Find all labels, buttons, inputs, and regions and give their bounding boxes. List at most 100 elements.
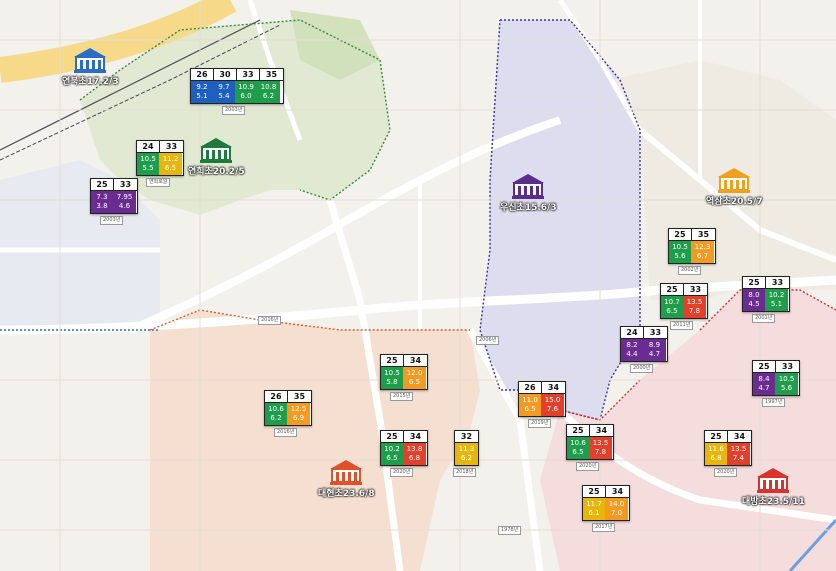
price-card-header: 24 33 xyxy=(137,141,183,153)
price-card[interactable]: 24 33 10.5 5.5 11.2 6.5 xyxy=(136,140,184,176)
price-cell: 13.8 6.8 xyxy=(403,443,426,465)
price-card[interactable]: 25 33 7.3 3.8 7.95 4.6 xyxy=(90,178,138,214)
area-size-label: 33 xyxy=(766,277,789,289)
sale-price: 10.5 xyxy=(140,155,156,163)
price-cell: 10.5 5.8 xyxy=(381,367,403,389)
price-card-header: 25 33 xyxy=(91,179,137,191)
sale-price: 11.3 xyxy=(458,445,475,453)
jeonse-price: 5.1 xyxy=(196,92,208,100)
price-card-values: 11.3 6.2 xyxy=(455,443,478,465)
area-size-label: 34 xyxy=(542,382,565,394)
price-card-values: 10.2 6.5 13.8 6.8 xyxy=(381,443,427,465)
area-size-label: 25 xyxy=(753,361,776,373)
price-card-header: 25 34 xyxy=(567,425,613,437)
school-marker[interactable]: 우신초15.6/3 xyxy=(500,172,557,213)
complex-label: 2002년 xyxy=(678,266,702,275)
area-size-label: 35 xyxy=(288,391,311,403)
price-card-header: 25 33 xyxy=(743,277,789,289)
price-cell: 7.95 4.6 xyxy=(113,191,136,213)
school-building-icon xyxy=(330,460,363,485)
area-size-label: 30 xyxy=(214,69,237,81)
price-card-header: 24 33 xyxy=(621,327,667,339)
price-cell: 12.3 6.7 xyxy=(691,241,714,263)
price-card[interactable]: 25 34 11.7 6.1 14.0 7.0 xyxy=(582,485,630,521)
sale-price: 8.9 xyxy=(648,341,661,349)
price-card-header: 25 33 xyxy=(753,361,799,373)
price-cell: 10.2 5.1 xyxy=(765,289,788,311)
price-card[interactable]: 25 33 10.7 6.5 13.5 7.8 xyxy=(660,283,708,319)
area-size-label: 25 xyxy=(91,179,114,191)
area-size-label: 26 xyxy=(191,69,214,81)
school-name: 역삼초20.5/7 xyxy=(706,197,763,207)
price-cell: 11.7 6.1 xyxy=(583,498,605,520)
area-size-label: 33 xyxy=(114,179,137,191)
jeonse-price: 6.1 xyxy=(588,509,600,517)
school-marker[interactable]: 연희초20.2/5 xyxy=(188,136,245,177)
area-size-label: 34 xyxy=(404,355,427,367)
complex-label: 2000년 xyxy=(630,364,654,373)
jeonse-price: 7.4 xyxy=(732,454,745,462)
complex-label: 2016년 xyxy=(274,428,298,437)
jeonse-price: 6.2 xyxy=(262,92,275,100)
complex-label: 2020년 xyxy=(390,468,414,477)
school-building-icon xyxy=(512,174,545,199)
complex-label: 2003년 xyxy=(100,216,124,225)
school-marker[interactable]: 연북초17.2/3 xyxy=(62,46,119,87)
price-card-values: 10.6 6.5 13.5 7.8 xyxy=(567,437,613,459)
price-card[interactable]: 25 34 10.6 6.5 13.5 7.8 xyxy=(566,424,614,460)
price-card-header: 25 34 xyxy=(381,355,427,367)
jeonse-price: 4.4 xyxy=(626,350,638,358)
price-card[interactable]: 25 34 10.5 5.8 12.0 6.5 xyxy=(380,354,428,390)
price-card-header: 25 35 xyxy=(669,229,715,241)
price-cell: 13.5 7.8 xyxy=(589,437,612,459)
price-card-header: 25 33 xyxy=(661,284,707,296)
jeonse-price: 6.0 xyxy=(240,92,252,100)
sale-price: 13.5 xyxy=(592,439,609,447)
price-card-header: 26 35 xyxy=(265,391,311,403)
price-card-values: 10.5 5.5 11.2 6.5 xyxy=(137,153,183,175)
price-card[interactable]: 25 35 10.5 5.6 12.3 6.7 xyxy=(668,228,716,264)
price-cell: 7.3 3.8 xyxy=(91,191,113,213)
price-card-values: 8.4 4.7 10.5 5.6 xyxy=(753,373,799,395)
area-size-label: 33 xyxy=(684,284,707,296)
map-canvas[interactable]: 연북초17.2/3 연희초20.2/5 우신초15.6/3 역삼초20.5/7 … xyxy=(0,0,836,571)
price-cell: 12.5 6.9 xyxy=(287,403,310,425)
price-cell: 15.0 7.6 xyxy=(541,394,564,416)
price-card[interactable]: 25 34 11.6 6.8 13.5 7.4 xyxy=(704,430,752,466)
price-card[interactable]: 26 34 11.0 6.5 15.0 7.6 xyxy=(518,381,566,417)
complex-label: 2020년 xyxy=(576,462,600,471)
price-cell: 10.2 6.5 xyxy=(381,443,403,465)
price-card[interactable]: 25 34 10.2 6.5 13.8 6.8 xyxy=(380,430,428,466)
sale-price: 10.7 xyxy=(664,298,680,306)
place-label: 2006년 xyxy=(476,336,500,345)
complex-label: 연희로얄 xyxy=(146,178,171,187)
school-marker[interactable]: 대현초23.6/8 xyxy=(318,458,375,499)
area-size-label: 34 xyxy=(728,431,751,443)
price-card-values: 8.2 4.4 8.9 4.7 xyxy=(621,339,667,361)
sale-price: 10.5 xyxy=(384,369,400,377)
price-card[interactable]: 32 11.3 6.2 xyxy=(454,430,479,466)
school-name: 대현초23.6/8 xyxy=(318,489,375,499)
price-card[interactable]: 26 35 10.6 6.2 12.5 6.9 xyxy=(264,390,312,426)
jeonse-price: 3.8 xyxy=(96,202,108,210)
area-size-label: 32 xyxy=(455,431,478,443)
sale-price: 12.3 xyxy=(694,243,711,251)
price-card[interactable]: 26 30 33 35 9.2 5.1 9.7 5.4 10.9 6.0 10.8 6.2 xyxy=(190,68,284,104)
price-card[interactable]: 25 33 8.4 4.7 10.5 5.6 xyxy=(752,360,800,396)
jeonse-price: 6.5 xyxy=(524,405,536,413)
price-cell: 14.0 7.0 xyxy=(605,498,628,520)
school-marker[interactable]: 대방초23.5/11 xyxy=(742,466,805,507)
price-card[interactable]: 25 33 8.0 4.5 10.2 5.1 xyxy=(742,276,790,312)
price-card[interactable]: 24 33 8.2 4.4 8.9 4.7 xyxy=(620,326,668,362)
school-name: 우신초15.6/3 xyxy=(500,203,557,213)
complex-label: 2020년 xyxy=(714,468,738,477)
school-marker[interactable]: 역삼초20.5/7 xyxy=(706,166,763,207)
sale-price: 11.2 xyxy=(162,155,179,163)
sale-price: 10.8 xyxy=(260,83,277,91)
area-size-label: 33 xyxy=(160,141,183,153)
sale-price: 8.0 xyxy=(748,291,760,299)
price-cell: 13.5 7.8 xyxy=(683,296,706,318)
price-cell: 8.2 4.4 xyxy=(621,339,643,361)
jeonse-price: 5.5 xyxy=(142,164,154,172)
sale-price: 13.5 xyxy=(686,298,703,306)
